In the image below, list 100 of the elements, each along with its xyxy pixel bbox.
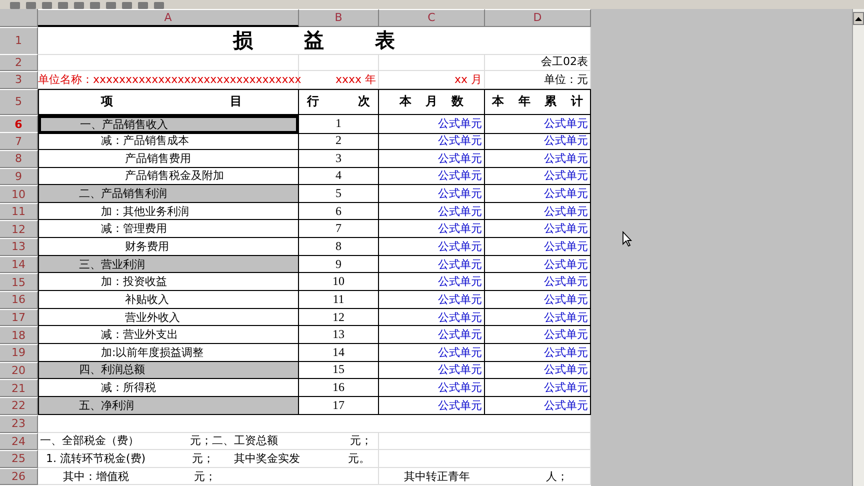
formula-cell: 公式单元 [379,168,485,186]
line-number-cell: 2 [299,132,379,150]
item-cell[interactable]: 补贴收入 [38,291,299,309]
line-number-cell: 17 [299,396,379,415]
formula-cell: 公式单元 [379,238,485,256]
column-header[interactable]: D [485,9,591,27]
formula-cell: 公式单元 [379,326,485,344]
line-number-cell: 10 [299,273,379,292]
formula-cell: 公式单元 [379,396,485,415]
formula-cell: 公式单元 [379,273,485,292]
item-cell[interactable]: 产品销售费用 [38,150,299,168]
empty-cell[interactable] [379,54,485,71]
item-cell[interactable]: 减：营业外支出 [38,326,299,344]
formula-cell: 公式单元 [379,114,485,134]
line-number-cell: 11 [299,291,379,309]
item-cell[interactable]: 加：其他业务利润 [38,202,299,220]
column-title: 行 [307,93,319,110]
row-header[interactable]: 15 [0,273,38,292]
row-header[interactable]: 22 [0,396,38,415]
line-number-cell: 12 [299,308,379,326]
column-header[interactable]: C [379,9,485,27]
item-cell[interactable]: 减：管理费用 [38,220,299,238]
row-header[interactable]: 19 [0,344,38,362]
line-number-cell: 13 [299,326,379,344]
row-header[interactable]: 14 [0,256,38,274]
line-number-cell: 3 [299,150,379,168]
row-header[interactable]: 5 [0,88,38,115]
item-cell[interactable]: 五、净利润 [38,396,299,415]
line-number-cell: 5 [299,185,379,203]
row-header[interactable]: 7 [0,132,38,150]
row-header[interactable]: 20 [0,362,38,380]
merged-cell[interactable]: 其中转正青年 人； [379,468,591,486]
line-number-cell: 16 [299,379,379,397]
row-header[interactable]: 16 [0,291,38,309]
item-cell[interactable]: 二、产品销售利润 [38,185,299,203]
row-header[interactable]: 12 [0,220,38,238]
row-header[interactable]: 18 [0,326,38,344]
line-number-cell: 15 [299,362,379,380]
formula-cell: 公式单元 [379,202,485,220]
line-number-cell: 1 [299,114,379,134]
company-name: xxxxxxxxxxxxxxxxxxxxxxxxxxxxxxxx [93,72,302,86]
column-title: 次 [358,93,370,110]
row-header[interactable]: 23 [0,414,38,433]
up-arrow-icon [855,16,862,20]
row-header[interactable]: 26 [0,468,38,486]
line-number-cell: 7 [299,220,379,238]
formula-cell: 公式单元 [379,150,485,168]
report-title: 损 益 表 [38,26,591,55]
vertical-scrollbar[interactable] [852,9,864,486]
row-header[interactable]: 3 [0,70,38,89]
row-header[interactable]: 8 [0,150,38,168]
formula-cell: 公式单元 [379,185,485,203]
formula-cell: 公式单元 [379,344,485,362]
note-text: 元； [350,433,373,448]
row-header[interactable]: 17 [0,308,38,326]
note-text: 其中奖金实发 [234,450,301,466]
column-header[interactable]: B [299,9,379,27]
row-header[interactable]: 21 [0,379,38,397]
item-cell[interactable]: 营业外收入 [38,308,299,326]
item-cell[interactable]: 一、产品销售收入 [38,114,299,134]
column-header[interactable]: A [38,9,299,27]
note-text: 元； [194,468,217,484]
item-cell[interactable]: 三、营业利润 [38,256,299,274]
line-number-cell: 4 [299,168,379,186]
row-header[interactable]: 1 [0,26,38,55]
formula-cell: 公式单元 [379,256,485,274]
line-number-cell: 9 [299,256,379,274]
empty-cell[interactable] [379,432,591,450]
row-header[interactable]: 13 [0,238,38,256]
note-text: 其中转正青年 [404,468,471,484]
note-text: 元。 [348,450,371,466]
scroll-up-button[interactable] [853,12,864,25]
note-text: 元； [192,450,215,466]
formula-cell: 公式单元 [379,132,485,150]
mouse-pointer-icon [622,231,632,247]
select-all-corner[interactable] [0,9,38,27]
note-text: 1. 流转环节税金(费) [46,450,147,466]
row-header[interactable]: 24 [0,432,38,450]
row-header[interactable]: 9 [0,168,38,186]
row-header[interactable]: 2 [0,54,38,71]
line-number-cell: 8 [299,238,379,256]
column-title: 本 月 数 [379,88,485,115]
item-cell[interactable]: 减：产品销售成本 [38,132,299,150]
column-title: 目 [230,93,242,110]
formula-cell: 公式单元 [379,362,485,380]
note-text: 一、全部税金（费） [40,433,140,448]
row-header[interactable]: 25 [0,450,38,468]
column-title: 项 [101,93,113,110]
line-number-cell: 14 [299,344,379,362]
row-header[interactable]: 11 [0,202,38,220]
formula-cell: 公式单元 [379,220,485,238]
empty-cell[interactable] [379,450,591,468]
note-text: 元；二、工资总额 [190,433,279,448]
formula-cell: 公式单元 [379,308,485,326]
empty-cell[interactable] [299,54,379,71]
formula-cell: 公式单元 [379,379,485,397]
item-cell[interactable]: 加：投资收益 [38,273,299,292]
line-number-cell: 6 [299,202,379,220]
row-header[interactable]: 10 [0,185,38,203]
item-cell[interactable]: 四、利润总额 [38,362,299,380]
